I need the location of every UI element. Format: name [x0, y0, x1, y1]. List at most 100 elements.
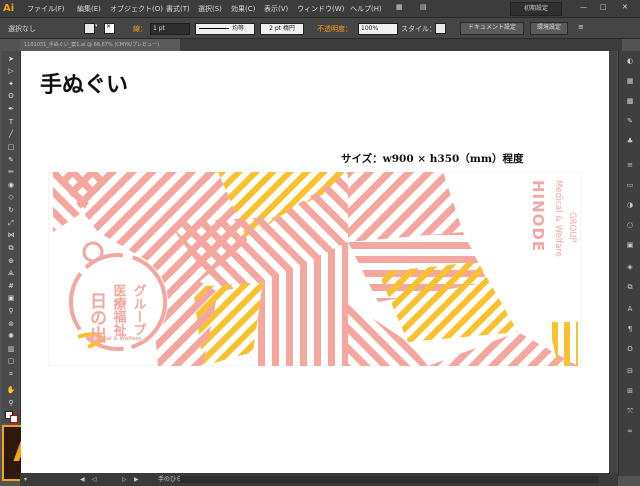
menu-select[interactable]: 選択(S) [198, 4, 222, 14]
layers-icon[interactable]: ◈ [623, 263, 637, 272]
swatches-icon[interactable]: ▩ [623, 97, 637, 106]
opentype-icon[interactable]: O [623, 345, 637, 354]
lasso-icon[interactable]: ʘ [5, 92, 17, 101]
gradient-icon[interactable]: ▣ [5, 294, 17, 303]
menu-object[interactable]: オブジェクト(O) [110, 4, 163, 14]
blend-icon[interactable]: ⊚ [5, 320, 17, 329]
magic-wand-icon[interactable]: ✦ [5, 80, 17, 89]
brand-group: GROUP [567, 212, 577, 243]
graphic-style-swatch[interactable] [435, 23, 446, 34]
seal-jp-line3: グループ [131, 283, 147, 336]
pen-icon[interactable]: ✒ [5, 105, 17, 114]
menu-view[interactable]: 表示(V) [264, 4, 288, 14]
rotate-icon[interactable]: ↻ [5, 206, 17, 215]
stripe-block [348, 172, 463, 242]
tenugui-artwork[interactable]: 日の出 医療福祉 グループ Medical & Welfare HINODE M… [48, 172, 581, 366]
arrange-documents-icon[interactable]: ▤ [420, 3, 427, 11]
menu-window[interactable]: ウィンドウ(W) [297, 4, 344, 14]
paragraph-icon[interactable]: ¶ [623, 325, 637, 334]
chevron-down-icon[interactable]: ▾ [95, 23, 98, 29]
panel-menu-icon[interactable]: ≡ [578, 23, 584, 31]
brush-label: 均等 [232, 25, 245, 32]
control-bar: 選択なし ▾ ✕ 線： 1 pt 均等 2 pt 楕円 不透明度： 100% ス… [0, 18, 640, 39]
selection-icon[interactable]: ➤ [5, 55, 17, 64]
symbols-icon[interactable]: ♣ [623, 137, 637, 146]
paintbrush-icon[interactable]: ✎ [5, 156, 17, 165]
appearance-icon[interactable]: ○ [623, 221, 637, 230]
graphic-styles-icon[interactable]: ▣ [623, 241, 637, 250]
rectangle-icon[interactable]: □ [5, 143, 17, 152]
pathfinder-icon[interactable]: ⊞ [623, 387, 637, 396]
maximize-icon[interactable]: □ [600, 3, 607, 11]
slice-icon[interactable]: ⌗ [5, 370, 17, 379]
perspective-icon[interactable]: ⟁ [5, 269, 17, 278]
seal-jp-line2: 医療福祉 [111, 284, 128, 337]
color-guide-icon[interactable]: ▦ [623, 77, 637, 86]
gradient-panel-icon[interactable]: ▭ [623, 181, 637, 190]
menu-type[interactable]: 書式(T) [166, 4, 190, 14]
stroke-icon[interactable]: ≡ [623, 161, 637, 170]
artboard-nav-last-icon[interactable]: ▶ [134, 473, 139, 486]
horizontal-scrollbar[interactable] [180, 476, 598, 483]
type-icon[interactable]: T [5, 118, 17, 127]
preferences-button[interactable]: 環境設定 [530, 22, 568, 35]
zoom-icon[interactable]: ⚲ [5, 399, 17, 408]
fill-swatch[interactable] [84, 23, 95, 34]
direct-selection-icon[interactable]: ▷ [5, 67, 17, 76]
minimize-icon[interactable]: — [580, 3, 587, 11]
brush-definition-dropdown[interactable]: 均等 [195, 23, 255, 35]
brushes-icon[interactable]: ✎ [623, 117, 637, 126]
artboard-nav-next-icon[interactable]: ▷ [122, 473, 127, 486]
eraser-icon[interactable]: ◇ [5, 193, 17, 202]
opacity-field[interactable]: 100% [358, 23, 398, 35]
color-icon[interactable]: ◐ [623, 57, 637, 66]
document-tab[interactable]: 1101031_手ぬぐい_案1.ai @ 66.67% (CMYK/プレビュー) [20, 39, 180, 51]
seal-en-text: Medical & Welfare [90, 336, 142, 342]
bridge-icon[interactable]: ▦ [396, 3, 403, 11]
hand-icon[interactable]: ✋ [5, 386, 17, 395]
app-logo: Ai [3, 3, 15, 14]
artboards-icon[interactable]: ⧉ [623, 283, 637, 292]
menu-edit[interactable]: 編集(E) [77, 4, 101, 14]
menu-effect[interactable]: 効果(C) [231, 4, 255, 14]
panel-dock: ◐ ▦ ▩ ✎ ♣ ≡ ▭ ◑ ○ ▣ ◈ ⧉ A ¶ O ⊟ ⊞ ⤧ ∞ [618, 51, 640, 476]
blob-brush-icon[interactable]: ◉ [5, 181, 17, 190]
eyedropper-icon[interactable]: ⚲ [5, 307, 17, 316]
artboard-nav-first-icon[interactable]: ◀ [80, 473, 85, 486]
workspace-switcher[interactable]: 初期設定 [510, 2, 562, 16]
artboard-nav-prev-icon[interactable]: ◁ [92, 473, 97, 486]
variable-width-profile[interactable]: 2 pt 楕円 [260, 23, 304, 35]
artboard-canvas[interactable]: 手ぬぐい サイズ：w900 × h350（mm）程度 日の出 医療福祉 グループ… [21, 51, 615, 473]
zoom-field[interactable]: ▾ [24, 473, 27, 486]
opacity-label[interactable]: 不透明度： [317, 24, 352, 34]
links-icon[interactable]: ∞ [623, 427, 637, 436]
mesh-icon[interactable]: # [5, 282, 17, 291]
menu-file[interactable]: ファイル(F) [27, 4, 65, 14]
transparency-icon[interactable]: ◑ [623, 201, 637, 210]
stroke-weight-field[interactable]: 1 pt [150, 23, 190, 35]
artboard-icon[interactable]: ▢ [5, 357, 17, 366]
free-transform-icon[interactable]: ⧉ [5, 244, 17, 253]
symbol-sprayer-icon[interactable]: ✺ [5, 332, 17, 341]
stroke-color-icon[interactable] [10, 415, 18, 423]
align-icon[interactable]: ⊟ [623, 367, 637, 376]
shape-builder-icon[interactable]: ⊕ [5, 257, 17, 266]
brand-name: HINODE [529, 180, 547, 252]
line-icon[interactable]: ╱ [5, 130, 17, 139]
stroke-x-icon: ✕ [106, 23, 112, 30]
character-icon[interactable]: A [623, 305, 637, 314]
scale-icon[interactable]: ⤢ [5, 219, 17, 228]
close-icon[interactable]: ✕ [622, 3, 628, 11]
document-setup-button[interactable]: ドキュメント設定 [460, 22, 524, 35]
stroke-label[interactable]: 線： [133, 24, 147, 34]
menu-help[interactable]: ヘルプ(H) [350, 4, 382, 14]
transform-icon[interactable]: ⤧ [623, 407, 637, 416]
graph-icon[interactable]: ▥ [5, 345, 17, 354]
menu-bar: Ai ファイル(F) 編集(E) オブジェクト(O) 書式(T) 選択(S) 効… [0, 0, 640, 18]
width-icon[interactable]: ⋈ [5, 231, 17, 240]
size-note: サイズ：w900 × h350（mm）程度 [341, 153, 524, 165]
vertical-scrollbar[interactable] [609, 51, 617, 473]
pencil-icon[interactable]: ✏ [5, 168, 17, 177]
stroke-preview-line [199, 28, 229, 29]
selection-status: 選択なし [8, 25, 36, 33]
